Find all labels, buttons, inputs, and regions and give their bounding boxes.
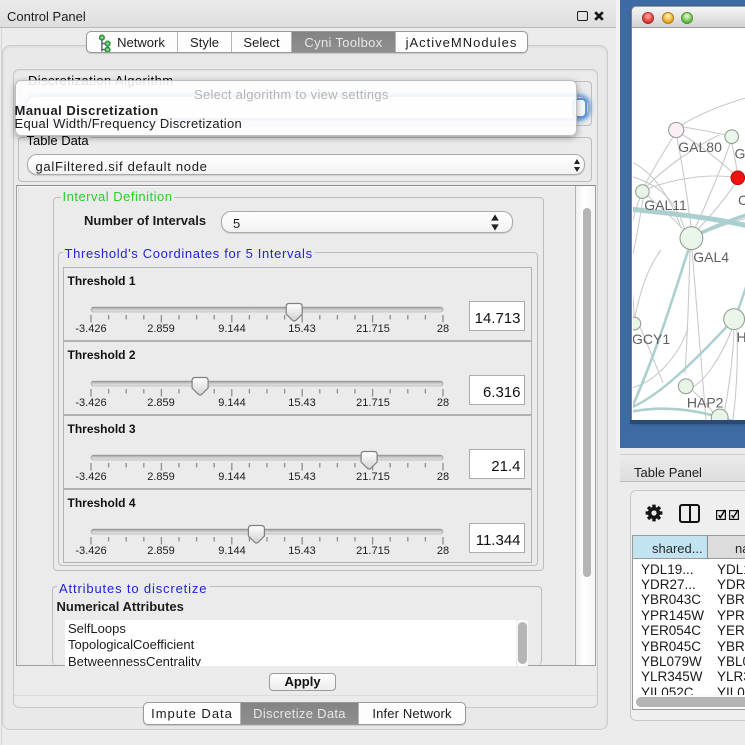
svg-text:GAL80: GAL80 — [678, 139, 722, 155]
svg-text:HAP2: HAP2 — [687, 394, 724, 410]
svg-text:GA: GA — [735, 146, 745, 162]
svg-text:C: C — [738, 192, 745, 208]
svg-text:GAL11: GAL11 — [644, 197, 687, 213]
svg-text:H: H — [737, 329, 745, 345]
svg-text:GAL4: GAL4 — [693, 249, 729, 265]
svg-text:GCY1: GCY1 — [633, 331, 670, 347]
